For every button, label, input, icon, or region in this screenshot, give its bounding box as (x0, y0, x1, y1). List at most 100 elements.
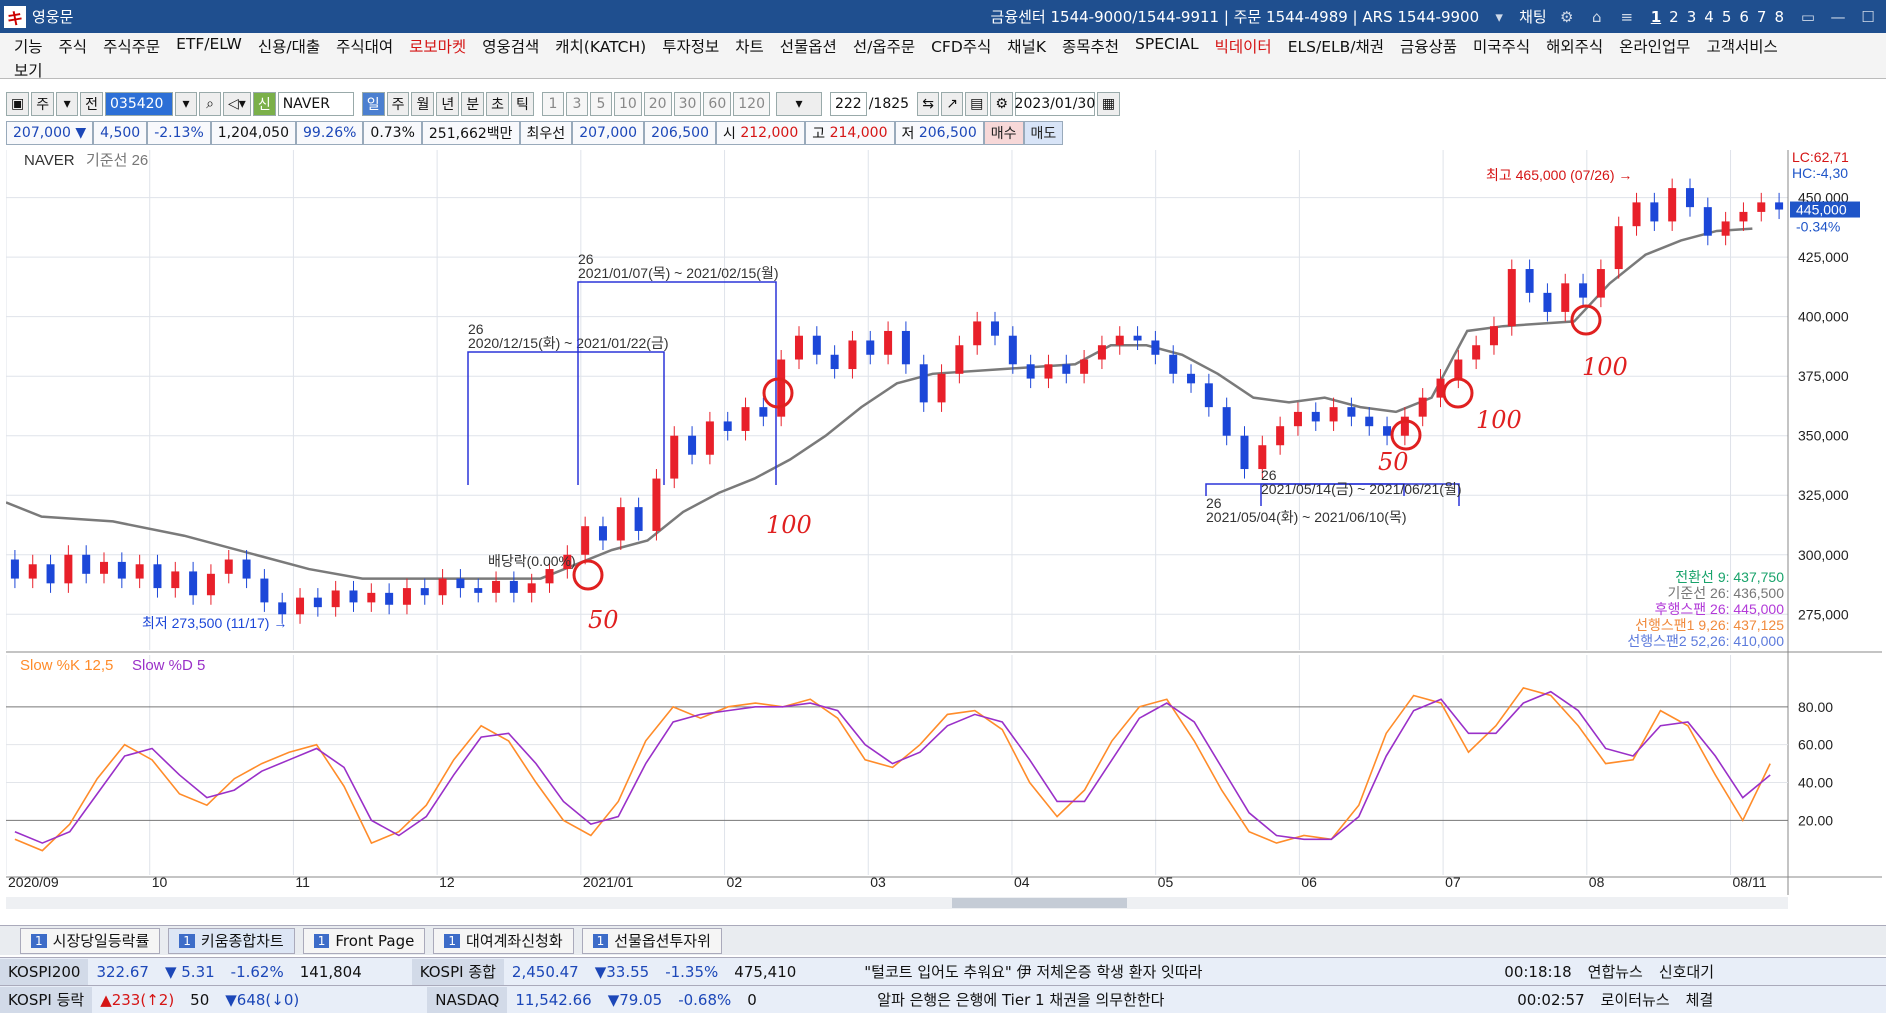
settings-icon[interactable]: ⚙ (990, 92, 1013, 116)
menu-item[interactable]: 온라인업무 (1619, 35, 1690, 57)
calendar-icon[interactable]: ▦ (1096, 92, 1121, 116)
page-6-button[interactable]: 6 (1739, 8, 1749, 26)
save-icon[interactable]: ▤ (965, 92, 989, 116)
app-logo-icon: キ (4, 5, 26, 28)
layout-icon[interactable]: ▣ (6, 92, 30, 116)
menu-item[interactable]: 영웅검색 (482, 35, 539, 57)
menu-item[interactable]: 기능 (14, 35, 43, 57)
menu-item[interactable]: 투자정보 (662, 35, 719, 57)
period-button[interactable]: 일 (361, 92, 385, 116)
page-8-button[interactable]: 8 (1774, 8, 1784, 26)
page-7-button[interactable]: 7 (1757, 8, 1767, 26)
news-headline[interactable]: "털코트 입어도 추워요" 伊 저체온증 학생 환자 잇따라 (856, 961, 1496, 982)
menu-item[interactable]: 빅데이터 (1215, 35, 1272, 57)
tool-icon[interactable]: ⚙ (1557, 8, 1577, 26)
menu-item[interactable]: 차트 (735, 35, 764, 57)
period-button[interactable]: 초 (486, 92, 510, 116)
volume: 1,204,050 (210, 121, 297, 145)
menu-view[interactable]: 보기 (14, 59, 43, 81)
menu-item[interactable]: 고객서비스 (1706, 35, 1777, 57)
candle (46, 564, 55, 584)
compare-icon[interactable]: ⇆ (917, 92, 940, 116)
period-button[interactable]: 틱 (511, 92, 534, 116)
menu-item[interactable]: 캐치(KATCH) (555, 35, 646, 57)
menu-item[interactable]: 선물옵션 (780, 35, 837, 57)
record-count-input[interactable]: 222 (829, 92, 867, 116)
interval-button[interactable]: 60 (703, 92, 732, 116)
news-source[interactable]: 연합뉴스 (1580, 961, 1651, 982)
page-5-button[interactable]: 5 (1722, 8, 1732, 26)
menu-item[interactable]: 로보마켓 (409, 35, 466, 57)
date-input[interactable]: 2023/01/30 (1015, 92, 1095, 116)
window-tab[interactable]: 1 시장당일등락률 (20, 927, 161, 954)
menu-item[interactable]: 미국주식 (1473, 35, 1530, 57)
news-headline[interactable]: 알파 은행은 은행에 Tier 1 채권을 의무한한다 (869, 989, 1509, 1010)
page-4-button[interactable]: 4 (1704, 8, 1714, 26)
current-price-label: 445,000 (1796, 202, 1847, 218)
period-button[interactable]: 월 (411, 92, 435, 116)
candle (812, 335, 821, 355)
stock-code-input[interactable]: 035420 (105, 92, 174, 116)
interval-button[interactable]: 120 (733, 92, 770, 116)
tab-label: 키움종합차트 (200, 932, 284, 950)
menu-item[interactable]: 주식대여 (336, 35, 393, 57)
best-label: 최우선 (519, 121, 573, 145)
stoch-tick-label: 60.00 (1798, 737, 1833, 753)
window-tab[interactable]: 1 선물옵션투자위 (581, 927, 722, 954)
market-dropdown-icon[interactable]: ▾ (56, 92, 79, 116)
sell-button[interactable]: 매도 (1023, 121, 1064, 145)
scrollbar-thumb[interactable] (952, 898, 1127, 908)
menu-item[interactable]: 채널K (1007, 35, 1046, 57)
menu-item[interactable]: ETF/ELW (176, 35, 242, 57)
menu-item[interactable]: 주식주문 (103, 35, 160, 57)
chat-button[interactable]: 채팅 (1519, 6, 1547, 27)
count-select[interactable]: ▾ (775, 92, 822, 116)
draw-icon[interactable]: ↗ (941, 92, 964, 116)
low-price: 저 206,500 (894, 121, 984, 145)
menu-item[interactable]: 금융상품 (1400, 35, 1457, 57)
interval-button[interactable]: 5 (589, 92, 612, 116)
page-3-button[interactable]: 3 (1687, 8, 1697, 26)
tab-label: Front Page (335, 931, 415, 950)
window-tab[interactable]: 1 키움종합차트 (168, 927, 295, 954)
period-button[interactable]: 분 (461, 92, 485, 116)
window-tab[interactable]: 1 Front Page (302, 927, 426, 954)
page-1-button[interactable]: 1 (1651, 8, 1661, 26)
menu-item[interactable]: CFD주식 (931, 35, 991, 57)
buy-button[interactable]: 매수 (983, 121, 1024, 145)
interval-button[interactable]: 10 (613, 92, 642, 116)
speaker-icon[interactable]: ◁▾ (223, 92, 251, 116)
stock-name-field[interactable]: NAVER (277, 92, 354, 116)
period-button[interactable]: 주 (386, 92, 410, 116)
code-dropdown-icon[interactable]: ▾ (175, 92, 198, 116)
period-button[interactable]: 년 (436, 92, 460, 116)
market-select[interactable]: 주 (31, 92, 55, 116)
minimize-icon[interactable]: — (1828, 8, 1848, 26)
page-2-button[interactable]: 2 (1669, 8, 1679, 26)
chart-area[interactable]: 2020/09 10 11 12 2021/01 02 03 04 05 06 07 08 08/11 2… (5, 149, 1882, 910)
window-tab[interactable]: 1 대여계좌신청화 (433, 927, 574, 954)
interval-button[interactable]: 30 (673, 92, 702, 116)
menu-item[interactable]: SPECIAL (1135, 35, 1199, 57)
ticker-value-2: 2,450.47 (511, 962, 579, 981)
chart-scrollbar[interactable] (6, 897, 1788, 909)
menu-item[interactable]: 선/옵주문 (853, 35, 915, 57)
menu-icon[interactable]: ≡ (1617, 8, 1637, 26)
home-icon[interactable]: ⌂ (1587, 8, 1607, 26)
maximize-icon[interactable]: ☐ (1858, 8, 1878, 26)
dropdown-icon[interactable]: ▾ (1489, 8, 1509, 26)
prev-button[interactable]: 전 (80, 92, 104, 116)
search-icon[interactable]: ⌕ (199, 92, 222, 116)
menu-item[interactable]: 주식 (59, 35, 88, 57)
menu-item[interactable]: 종목추천 (1062, 35, 1119, 57)
price-chart-svg[interactable]: 2020/09 10 11 12 2021/01 02 03 04 05 06 07 08 08/11 2… (5, 149, 1882, 910)
menu-item[interactable]: 신용/대출 (258, 35, 320, 57)
interval-button[interactable]: 1 (541, 92, 564, 116)
interval-button[interactable]: 20 (643, 92, 672, 116)
monitor-icon[interactable]: ▭ (1798, 8, 1818, 26)
news-source[interactable]: 로이터뉴스 (1593, 989, 1678, 1010)
menu-item[interactable]: ELS/ELB/채권 (1288, 35, 1384, 57)
menu-item[interactable]: 해외주식 (1546, 35, 1603, 57)
ichimoku-legend-item: 기준선 26: 436,500 (1668, 585, 1785, 601)
interval-button[interactable]: 3 (565, 92, 588, 116)
